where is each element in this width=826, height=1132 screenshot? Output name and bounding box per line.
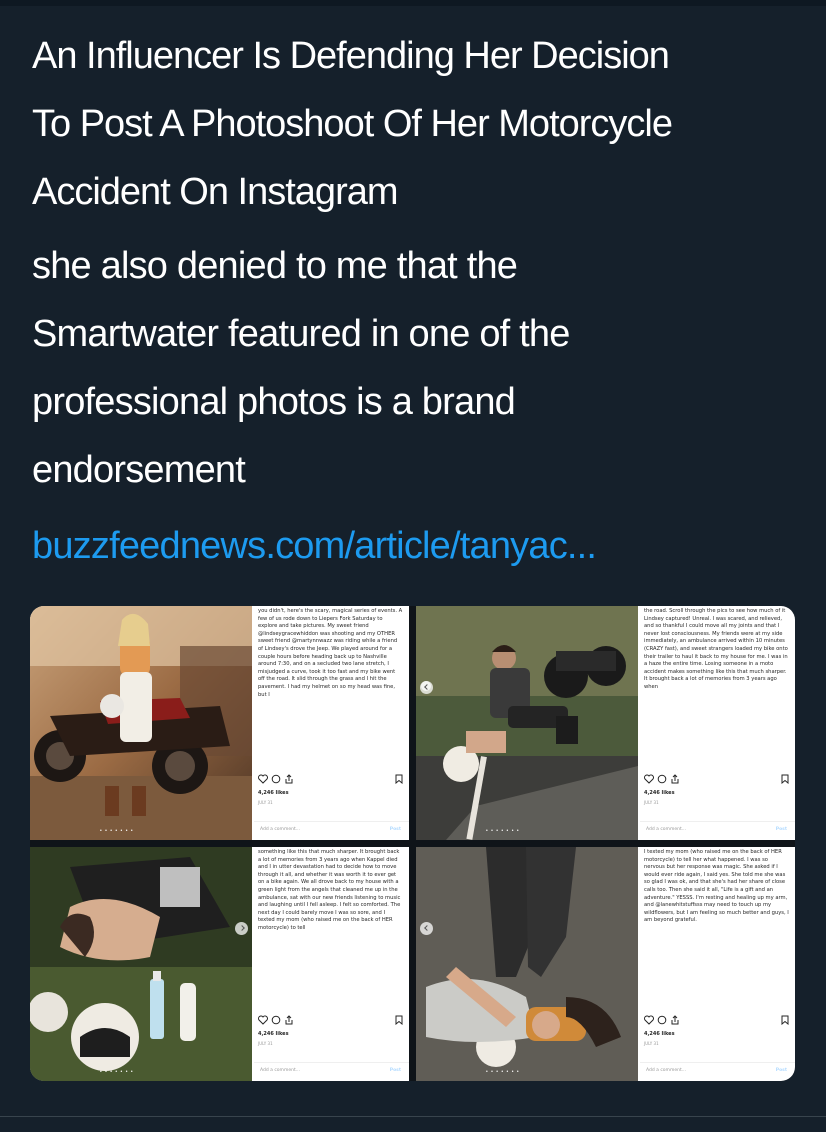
bookmark-icon[interactable] (780, 771, 790, 789)
bookmark-icon[interactable] (780, 1012, 790, 1030)
instagram-post[interactable]: • • • • • • • I texted my mom (who raise… (416, 847, 795, 1081)
carousel-dots: • • • • • • • (486, 828, 520, 834)
media-grid[interactable]: • • • • • • • you didn't, here's the sca… (30, 606, 795, 1081)
like-count: 4,246 likes (644, 790, 675, 796)
share-icon[interactable] (284, 1012, 294, 1030)
body-line: endorsement (32, 449, 246, 491)
body-line: professional photos is a brand (32, 381, 516, 423)
next-arrow[interactable] (235, 922, 248, 935)
add-comment-input[interactable]: Add a comment... (646, 1068, 686, 1073)
headline-line: To Post A Photoshoot Of Her Motorcycle (32, 103, 673, 145)
article-link[interactable]: buzzfeednews.com/article/tanyac... (32, 512, 812, 580)
comment-icon[interactable] (657, 1012, 667, 1030)
body-line: she also denied to me that the (32, 245, 518, 287)
post-photo[interactable]: • • • • • • • (416, 847, 638, 1081)
carousel-dots: • • • • • • • (486, 1069, 520, 1075)
add-comment-row[interactable]: Add a comment... Post (254, 1062, 409, 1081)
post-actions (258, 1012, 406, 1026)
post-button[interactable]: Post (390, 827, 401, 832)
carousel-dots: • • • • • • • (100, 828, 134, 834)
instagram-post[interactable]: • • • • • • • the road. Scroll through t… (416, 606, 795, 840)
post-actions (258, 771, 406, 785)
share-icon[interactable] (284, 771, 294, 789)
share-icon[interactable] (670, 771, 680, 789)
post-actions (644, 771, 792, 785)
post-date: JULY 31 (258, 1041, 273, 1046)
heart-icon[interactable] (644, 771, 654, 789)
add-comment-input[interactable]: Add a comment... (260, 827, 300, 832)
post-button[interactable]: Post (390, 1068, 401, 1073)
article-headline: An Influencer Is Defending Her Decision … (32, 22, 812, 226)
post-actions (644, 1012, 792, 1026)
post-date: JULY 31 (644, 800, 659, 805)
post-caption: the road. Scroll through the pics to see… (644, 608, 788, 690)
heart-icon[interactable] (644, 1012, 654, 1030)
post-date: JULY 31 (258, 800, 273, 805)
post-photo[interactable]: • • • • • • • (416, 606, 638, 840)
headline-line: An Influencer Is Defending Her Decision (32, 35, 670, 77)
add-comment-row[interactable]: Add a comment... Post (640, 821, 795, 840)
instagram-post[interactable]: • • • • • • • something like this that m… (30, 847, 409, 1081)
previous-arrow[interactable] (420, 922, 433, 935)
heart-icon[interactable] (258, 771, 268, 789)
post-button[interactable]: Post (776, 1068, 787, 1073)
add-comment-input[interactable]: Add a comment... (260, 1068, 300, 1073)
previous-arrow[interactable] (420, 681, 433, 694)
share-icon[interactable] (670, 1012, 680, 1030)
comment-icon[interactable] (657, 771, 667, 789)
tweet-body: she also denied to me that the Smartwate… (32, 232, 812, 504)
bookmark-icon[interactable] (394, 771, 404, 789)
post-caption: I texted my mom (who raised me on the ba… (644, 849, 789, 924)
add-comment-row[interactable]: Add a comment... Post (640, 1062, 795, 1081)
like-count: 4,246 likes (258, 790, 289, 796)
add-comment-input[interactable]: Add a comment... (646, 827, 686, 832)
instagram-post[interactable]: • • • • • • • you didn't, here's the sca… (30, 606, 409, 840)
carousel-dots: • • • • • • • (100, 1069, 134, 1075)
add-comment-row[interactable]: Add a comment... Post (254, 821, 409, 840)
post-button[interactable]: Post (776, 827, 787, 832)
tweet-text: An Influencer Is Defending Her Decision … (32, 22, 812, 580)
post-date: JULY 31 (644, 1041, 659, 1046)
like-count: 4,246 likes (644, 1031, 675, 1037)
bottom-divider (0, 1116, 826, 1132)
top-bar (0, 0, 826, 6)
comment-icon[interactable] (271, 1012, 281, 1030)
post-photo[interactable]: • • • • • • • (30, 847, 252, 1081)
bookmark-icon[interactable] (394, 1012, 404, 1030)
post-caption: you didn't, here's the scary, magical se… (258, 608, 403, 698)
body-line: Smartwater featured in one of the (32, 313, 570, 355)
heart-icon[interactable] (258, 1012, 268, 1030)
headline-line: Accident On Instagram (32, 171, 399, 213)
like-count: 4,246 likes (258, 1031, 289, 1037)
post-photo[interactable]: • • • • • • • (30, 606, 252, 840)
post-caption: something like this that much sharper. I… (258, 849, 401, 931)
comment-icon[interactable] (271, 771, 281, 789)
